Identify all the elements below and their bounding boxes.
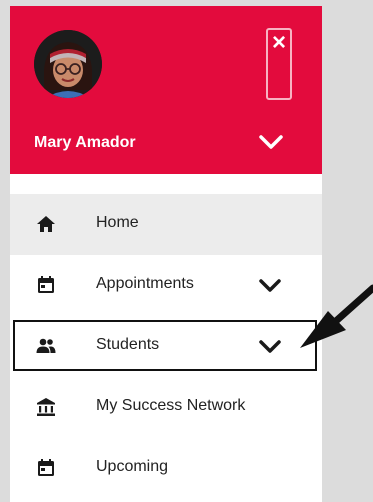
sidebar-item-label: Upcoming xyxy=(96,458,169,475)
highlight-box xyxy=(13,320,317,371)
close-button[interactable]: × xyxy=(266,28,292,100)
sidebar-panel: × Mary Amador Home Appointments Students… xyxy=(10,6,322,502)
bank-icon xyxy=(37,398,55,416)
sidebar-item-upcoming[interactable]: Upcoming xyxy=(10,438,322,499)
user-name: Mary Amador xyxy=(34,134,136,151)
avatar-image xyxy=(34,30,102,98)
sidebar-item-my-success-network[interactable]: My Success Network xyxy=(10,377,322,438)
calendar-icon xyxy=(38,459,54,476)
sidebar-item-label: Appointments xyxy=(96,275,194,292)
close-icon: × xyxy=(271,29,286,56)
chevron-down-icon[interactable] xyxy=(257,132,285,152)
sidebar-item-label: Home xyxy=(96,214,139,231)
sidebar-item-appointments[interactable]: Appointments xyxy=(10,255,322,316)
home-icon xyxy=(37,216,55,232)
avatar xyxy=(34,30,102,98)
sidebar-item-label: My Success Network xyxy=(96,397,246,414)
profile-header: × Mary Amador xyxy=(10,6,322,174)
chevron-down-icon[interactable] xyxy=(257,277,283,295)
calendar-icon xyxy=(38,276,54,293)
sidebar-item-home[interactable]: Home xyxy=(10,194,322,255)
